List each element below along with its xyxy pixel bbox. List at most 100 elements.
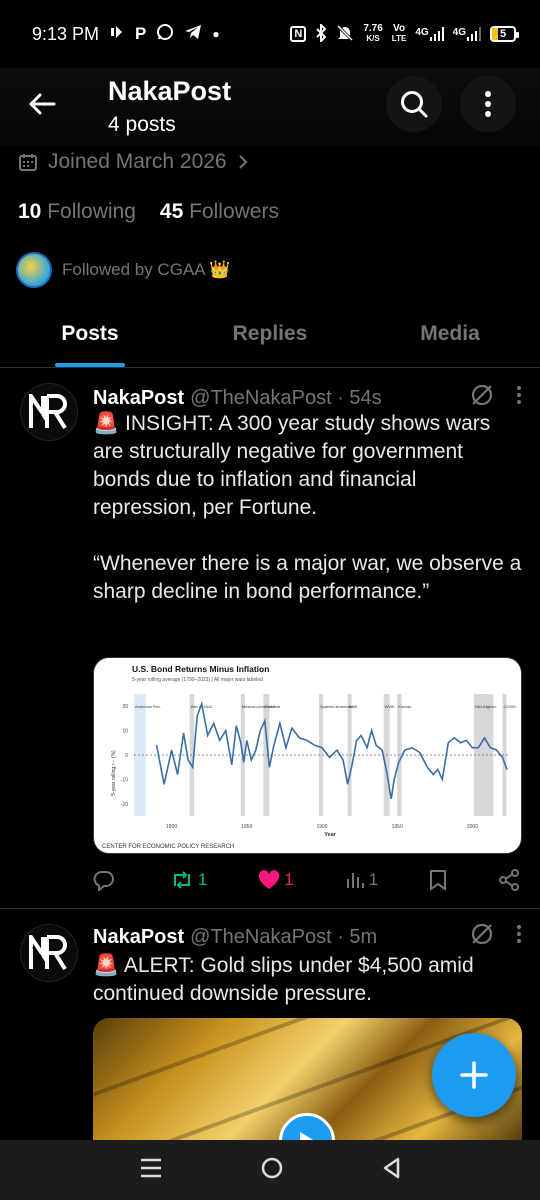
mute-bell-icon [336,24,354,45]
back-button[interactable] [20,82,64,126]
telegram-icon [184,24,202,45]
views-icon [346,873,364,888]
x-tick-label: 1950 [392,824,403,830]
recent-apps-button[interactable] [139,1157,163,1184]
post-author-handle: @TheNakaPost · 5m [190,925,378,948]
home-circle-icon [261,1157,283,1178]
war-label: COVID [503,704,516,709]
like-button[interactable]: 1 [258,870,294,890]
network-speed: 7.76 K/S [363,23,383,44]
audio-notification-icon [109,24,125,45]
compose-post-button[interactable] [432,1033,516,1117]
following-count: 10 [18,200,42,223]
back-arrow-icon [29,93,56,115]
follow-stats: 10 Following 45 Followers [18,200,279,224]
more-vertical-icon [517,386,521,404]
followed-by-row[interactable]: Followed by CGAA 👑 [16,252,231,288]
signal-icon-1: 4G [415,27,444,41]
tab-media[interactable]: Media [360,300,540,367]
post-more-button[interactable] [516,385,522,411]
followers-count: 45 [159,200,184,223]
post-more-button[interactable] [516,924,522,950]
system-back-button[interactable] [381,1156,401,1185]
menu-lines-icon [140,1158,161,1177]
repost-count: 1 [197,870,208,889]
joined-date-row[interactable]: Joined March 2026 [18,150,249,174]
x-tick-label: 2000 [467,824,478,830]
tab-replies[interactable]: Replies [180,300,360,367]
war-label: Korean [398,704,411,709]
share-icon [498,869,519,891]
dot-icon: ● [212,27,220,41]
grok-icon[interactable] [470,922,494,952]
reply-icon [93,871,114,891]
following-link[interactable]: 10 Following [18,200,136,224]
chart-subtitle: 5-year rolling average (1790–2023) | All… [132,677,263,683]
war-label: Viet-Afghan. [475,704,497,709]
post-avatar[interactable] [20,383,78,441]
followers-link[interactable]: 45 Followers [160,200,279,224]
chart-source: CENTER FOR ECONOMIC POLICY RESEARCH [102,844,234,850]
x-tick-label: 1800 [166,824,177,830]
reply-button[interactable] [93,869,119,891]
joined-date: Joined March 2026 [48,150,227,173]
war-label: Civil War [264,704,281,709]
y-tick-label: 10 [122,729,128,735]
chart-series-line [155,700,508,800]
followers-label: Followers [189,200,279,223]
chart-xlabel: Year [324,832,336,838]
repost-button[interactable]: 1 [170,870,207,890]
plus-icon [460,1061,488,1089]
war-label: American Rev. [135,704,161,709]
battery-icon: 5 [490,26,519,42]
status-time: 9:13 PM [32,23,100,44]
y-tick-label: -20 [121,802,128,808]
nakapost-logo-icon [29,394,67,430]
chart-ylabel: 5-year rolling r − (%) [111,750,117,796]
tab-posts[interactable]: Posts [0,300,180,367]
views-button[interactable]: 1 [345,870,378,890]
like-count: 1 [284,870,294,889]
x-tick-label: 1900 [316,824,327,830]
share-button[interactable] [498,869,520,891]
profile-name-title: NakaPost [108,76,232,106]
bluetooth-icon [315,22,327,45]
post-author-name[interactable]: NakaPost [93,926,184,949]
post-header: NakaPost @TheNakaPost · 54s [93,383,522,413]
post-avatar[interactable] [20,924,78,982]
signal-icon-2: 4G [453,27,481,41]
x-tick-label: 1850 [241,824,252,830]
profile-tabs: Posts Replies Media [0,300,540,368]
status-bar: 9:13 PM P ● N 7.76 K/S Vo LTE 4G 4G 5 [0,0,540,68]
search-button[interactable] [386,76,442,132]
chart-title: U.S. Bond Returns Minus Inflation [132,664,269,674]
active-tab-indicator [55,363,125,367]
post-actions: 1 1 1 [93,869,520,891]
bookmark-button[interactable] [429,869,447,891]
more-vertical-icon [517,925,521,943]
war-label: WWII [385,704,395,709]
post-count: 4 posts [108,113,176,136]
views-count: 1 [368,870,379,889]
grok-icon[interactable] [470,383,494,413]
volte-indicator: Vo LTE [391,23,407,44]
y-tick-label: -10 [121,777,128,783]
post-header: NakaPost @TheNakaPost · 5m [93,922,522,952]
p-app-icon: P [135,24,147,43]
more-options-button[interactable] [460,76,516,132]
repost-icon [173,871,190,889]
following-label: Following [47,200,136,223]
post-text: 🚨 ALERT: Gold slips under $4,500 amid co… [93,954,474,1005]
war-label: WWI [349,704,358,709]
home-button[interactable] [260,1156,284,1185]
post-media-chart[interactable]: U.S. Bond Returns Minus Inflation 5-year… [93,657,522,854]
post-item[interactable]: NakaPost @TheNakaPost · 54s 🚨 INSIGHT: A… [0,369,540,909]
bond-returns-chart: U.S. Bond Returns Minus Inflation 5-year… [102,664,516,850]
search-icon [401,91,428,118]
follower-avatar [16,252,52,288]
profile-header: NakaPost 4 posts [0,68,540,146]
calendar-icon [19,154,37,171]
bookmark-icon [430,870,447,891]
nakapost-logo-icon [29,935,67,971]
post-author-name[interactable]: NakaPost [93,387,184,410]
